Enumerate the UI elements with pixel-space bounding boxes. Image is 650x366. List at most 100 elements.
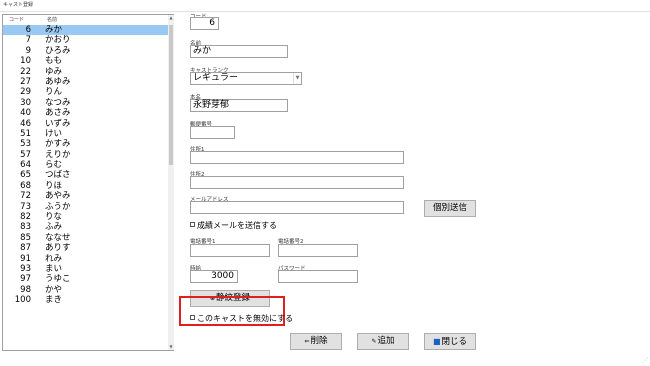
window-title: キャスト登録	[3, 2, 34, 8]
address1-field[interactable]	[190, 151, 404, 164]
list-item-code: 97	[20, 274, 31, 285]
add-button[interactable]: ✎追加	[357, 333, 409, 350]
rank-select[interactable]: レギュラー ▼	[190, 72, 302, 85]
close-icon: ■	[432, 337, 441, 346]
chevron-down-icon[interactable]: ▼	[293, 73, 301, 84]
list-item[interactable]: 83 ふみ	[3, 222, 168, 232]
list-item[interactable]: 65 つばさ	[3, 170, 168, 180]
list-item-code: 53	[20, 139, 31, 150]
list-item[interactable]: 93 まい	[3, 264, 168, 274]
list-item[interactable]: 82 りな	[3, 212, 168, 222]
checkbox-icon[interactable]	[190, 222, 195, 227]
list-item-code: 30	[20, 97, 31, 108]
list-item[interactable]: 64 らむ	[3, 160, 168, 170]
list-item-name: ゆみ	[45, 66, 63, 77]
delete-label: 削除	[310, 336, 328, 346]
cast-registration-window: コード 名前 6 みか 7 かおり 9 ひろみ 10 もも 22 ゆみ 27 あゆみ 29 りん 30 なつみ…	[0, 12, 650, 366]
list-item-code: 93	[20, 263, 31, 274]
cast-list[interactable]: コード 名前 6 みか 7 かおり 9 ひろみ 10 もも 22 ゆみ 27 あゆみ 29 りん 30 なつみ…	[2, 14, 174, 351]
list-item[interactable]: 57 えりか	[3, 150, 168, 160]
disable-cast-checkbox[interactable]: このキャストを無効にする	[190, 313, 293, 324]
close-button[interactable]: ■閉じる	[424, 333, 476, 350]
list-item-name: ななせ	[45, 232, 71, 243]
list-item-name: まき	[45, 295, 63, 306]
realname-field[interactable]: 永野芽郁	[190, 99, 288, 112]
code-field[interactable]: 6	[190, 17, 219, 30]
list-item-name: りん	[45, 87, 63, 98]
list-item[interactable]: 46 いずみ	[3, 119, 168, 129]
list-item-name: かや	[45, 284, 63, 295]
list-item-code: 73	[20, 201, 31, 212]
list-item-name: らむ	[45, 160, 63, 171]
list-item[interactable]: 73 ふうか	[3, 202, 168, 212]
list-item[interactable]: 98 かや	[3, 285, 168, 295]
list-item-code: 65	[20, 170, 31, 181]
password-field[interactable]	[278, 270, 358, 283]
list-item[interactable]: 27 あゆみ	[3, 77, 168, 87]
list-item-name: あさみ	[45, 108, 71, 119]
list-header: コード 名前	[3, 15, 168, 24]
list-item-name: れみ	[45, 253, 63, 264]
list-item[interactable]: 87 ありす	[3, 243, 168, 253]
list-item-code: 29	[20, 87, 31, 98]
individual-send-button[interactable]: 個別送信	[424, 200, 476, 217]
list-item-name: うゆこ	[45, 274, 71, 285]
list-item[interactable]: 100 まき	[3, 295, 168, 305]
list-item-code: 64	[20, 160, 31, 171]
hourly-field[interactable]: 3000	[190, 270, 238, 283]
list-item-name: りな	[45, 212, 63, 223]
title-bar: キャスト登録	[0, 0, 650, 12]
list-item[interactable]: 91 れみ	[3, 254, 168, 264]
list-item-code: 72	[20, 191, 31, 202]
send-results-label: 成績メールを送信する	[197, 221, 277, 230]
list-item-code: 85	[20, 232, 31, 243]
list-item-code: 57	[20, 149, 31, 160]
delete-button[interactable]: ⇐削除	[290, 333, 342, 350]
list-item[interactable]: 22 ゆみ	[3, 67, 168, 77]
checkbox-icon[interactable]	[190, 315, 195, 320]
list-item[interactable]: 30 なつみ	[3, 98, 168, 108]
list-item[interactable]: 10 もも	[3, 56, 168, 66]
list-item-name: いずみ	[45, 118, 71, 129]
mail-field[interactable]	[190, 201, 404, 214]
address2-field[interactable]	[190, 176, 404, 189]
list-item[interactable]: 85 ななせ	[3, 233, 168, 243]
zip-field[interactable]	[190, 126, 235, 139]
rank-value: レギュラー	[193, 73, 239, 83]
list-item[interactable]: 6 みか	[3, 25, 168, 36]
list-item[interactable]: 97 うゆこ	[3, 274, 168, 284]
scroll-down-icon[interactable]: ▼	[168, 344, 174, 350]
list-item[interactable]: 51 けい	[3, 129, 168, 139]
list-item-name: りほ	[45, 180, 63, 191]
list-item-name: けい	[45, 128, 63, 139]
add-label: 追加	[377, 336, 395, 346]
list-item-code: 83	[20, 222, 31, 233]
list-item[interactable]: 7 かおり	[3, 35, 168, 45]
list-item-name: みか	[45, 25, 63, 35]
list-item[interactable]: 29 りん	[3, 87, 168, 97]
list-item-name: ありす	[45, 243, 71, 254]
scroll-thumb[interactable]	[169, 25, 173, 165]
add-icon: ✎	[371, 338, 377, 345]
tel1-field[interactable]	[190, 244, 270, 257]
resize-grip-icon[interactable]: ⋰	[642, 357, 648, 364]
list-scrollbar[interactable]: ▲ ▼	[168, 15, 174, 350]
list-item[interactable]: 68 りほ	[3, 181, 168, 191]
column-header-name: 名前	[47, 17, 58, 23]
list-item[interactable]: 9 ひろみ	[3, 46, 168, 56]
scroll-up-icon[interactable]: ▲	[168, 15, 174, 21]
list-item[interactable]: 40 あさみ	[3, 108, 168, 118]
column-header-code: コード	[9, 17, 25, 23]
send-results-checkbox[interactable]: 成績メールを送信する	[190, 220, 277, 231]
name-field[interactable]: みか	[190, 45, 288, 58]
list-item-code: 27	[20, 76, 31, 87]
list-item-name: えりか	[45, 149, 71, 160]
delete-icon: ⇐	[304, 338, 310, 345]
list-item-code: 40	[20, 108, 31, 119]
list-item-name: ふみ	[45, 222, 63, 233]
list-item[interactable]: 53 かすみ	[3, 139, 168, 149]
tel2-field[interactable]	[278, 244, 358, 257]
list-item-name: まい	[45, 263, 63, 274]
close-label: 閉じる	[441, 337, 468, 347]
list-item[interactable]: 72 あやみ	[3, 191, 168, 201]
